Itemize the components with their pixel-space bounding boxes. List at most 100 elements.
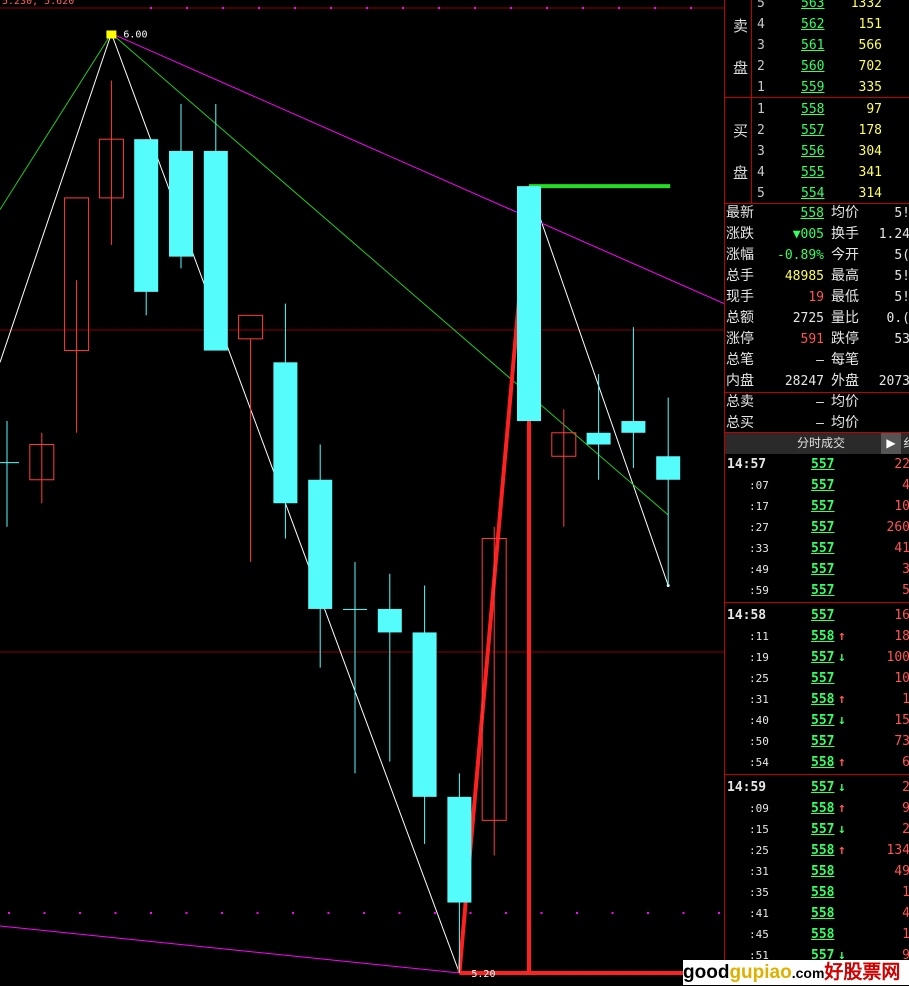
trade-price: 558 xyxy=(811,801,835,816)
indicator-label: 5.230, 5.620 xyxy=(2,0,74,7)
level-volume: 97 xyxy=(866,102,882,117)
stat-label: 涨停 xyxy=(726,331,754,347)
trade-volume: 260 xyxy=(886,520,909,535)
trade-row: 14:57 557 22 xyxy=(725,454,909,475)
quote-panel: 5 563 1332 4 562 151 3 561 566 2 560 702 1 559 335 1 558… xyxy=(724,0,909,985)
stat-label-2: 最低 xyxy=(831,289,859,305)
trade-volume: 10 xyxy=(894,671,909,686)
bid-level[interactable]: 1 558 97 xyxy=(725,99,909,120)
dot-mark xyxy=(221,912,223,914)
candle-body xyxy=(621,421,646,433)
candle-body xyxy=(169,150,193,257)
trade-volume: 1 xyxy=(902,689,909,710)
dot-mark xyxy=(327,912,330,914)
dot-mark xyxy=(114,912,117,914)
trade-time: :59 xyxy=(749,584,769,597)
up-arrow-icon: ↑ xyxy=(838,843,846,858)
trades-header[interactable]: 分时成交 ▶ 纟 xyxy=(725,433,909,454)
stat-row: 总卖 – 均价 xyxy=(725,392,909,413)
trade-row: :31 558↑ 1 xyxy=(725,689,909,710)
watermark-gupiao: gupiao xyxy=(729,962,792,983)
dot-mark-top xyxy=(222,7,224,9)
trade-row: 14:58 557 16 xyxy=(725,605,909,626)
trade-price: 557 xyxy=(811,608,835,623)
trade-price: 558 xyxy=(811,755,835,770)
trade-row: :50 557 73 xyxy=(725,731,909,752)
buy-label-1: 买 xyxy=(733,122,749,140)
down-arrow-icon: ↓ xyxy=(838,822,846,837)
trade-price: 558 xyxy=(811,843,835,858)
minute-separator xyxy=(725,774,909,775)
dot-mark xyxy=(256,912,259,914)
level-volume: 314 xyxy=(858,186,882,201)
trade-volume: 2 xyxy=(902,819,909,840)
trade-price: 557 xyxy=(811,478,835,493)
stat-value: – xyxy=(816,416,824,431)
bid-level[interactable]: 2 557 178 xyxy=(725,120,909,141)
trend-lines xyxy=(0,30,724,975)
trade-row: 14:59 557↓ 2 xyxy=(725,777,909,798)
dot-mark-top xyxy=(618,7,620,9)
trade-price: 558 xyxy=(811,629,835,644)
dot-mark-top xyxy=(366,7,368,9)
candle-body xyxy=(273,362,298,504)
trade-time: :25 xyxy=(749,672,769,685)
stat-value: -0.89% xyxy=(777,248,824,263)
candle-body xyxy=(586,432,611,445)
trade-volume: 134 xyxy=(886,843,909,858)
trade-price: 558 xyxy=(811,885,835,900)
level-volume: 178 xyxy=(858,123,882,138)
trade-time: :07 xyxy=(749,479,769,492)
stat-value-2: 53 xyxy=(894,332,909,347)
trade-volume: 3 xyxy=(902,559,909,580)
trade-row: :19 557 ↓ 100 xyxy=(725,647,909,668)
candle-body xyxy=(134,139,159,292)
buy-label-2: 盘 xyxy=(733,164,749,182)
trade-volume: 73 xyxy=(894,734,909,749)
green-trend-line xyxy=(0,33,112,210)
stat-label-2: 换手 xyxy=(831,226,859,242)
trade-volume: 2 xyxy=(902,777,909,798)
stat-label-2: 均价 xyxy=(831,205,859,221)
trade-volume: 1 xyxy=(902,924,909,945)
ask-level[interactable]: 4 562 151 xyxy=(725,14,909,35)
trade-time: :41 xyxy=(749,907,769,920)
ask-level[interactable]: 3 561 566 xyxy=(725,35,909,56)
dot-mark xyxy=(292,912,294,914)
trade-row: :09 558↑ 9 xyxy=(725,798,909,819)
trade-row: :15 557↓ 2 xyxy=(725,819,909,840)
down-arrow-icon: ↓ xyxy=(838,713,846,728)
site-watermark: goodgupiao.com好股票网 xyxy=(683,960,909,985)
dot-mark xyxy=(185,912,188,914)
ask-level[interactable]: 5 563 1332 xyxy=(725,0,909,14)
trade-time: :35 xyxy=(749,886,769,899)
level-price: 554 xyxy=(801,186,825,201)
bid-level[interactable]: 5 554 314 xyxy=(725,183,909,204)
dot-mark xyxy=(398,912,401,914)
separator xyxy=(725,97,909,98)
level-number: 4 xyxy=(757,165,765,180)
level-price: 555 xyxy=(801,165,825,180)
expand-icon[interactable]: ▶ xyxy=(881,433,901,454)
stat-label: 总手 xyxy=(726,268,754,284)
stat-label-2: 量比 xyxy=(831,310,859,326)
stat-label: 总卖 xyxy=(726,394,754,410)
orderbook-divider xyxy=(751,0,752,203)
dot-mark-top xyxy=(294,7,296,9)
bid-level[interactable]: 4 555 341 xyxy=(725,162,909,183)
trade-volume: 22 xyxy=(894,457,909,472)
candlestick-chart[interactable]: 6.00 5.20 5.230, 5.620 xyxy=(0,0,724,985)
ask-level[interactable]: 1 559 335 xyxy=(725,77,909,98)
trade-price: 557 xyxy=(811,713,835,728)
trade-time: :27 xyxy=(749,521,769,534)
dot-mark xyxy=(150,912,152,914)
stat-label-2: 外盘 xyxy=(831,373,859,389)
candle-body xyxy=(447,796,472,903)
ask-level[interactable]: 2 560 702 xyxy=(725,56,909,77)
level-price: 556 xyxy=(801,144,825,159)
trade-time: 14:59 xyxy=(727,780,767,795)
watermark-com: .com xyxy=(791,965,825,981)
trade-volume: 1 xyxy=(902,882,909,903)
bid-level[interactable]: 3 556 304 xyxy=(725,141,909,162)
stat-label: 现手 xyxy=(726,289,754,305)
